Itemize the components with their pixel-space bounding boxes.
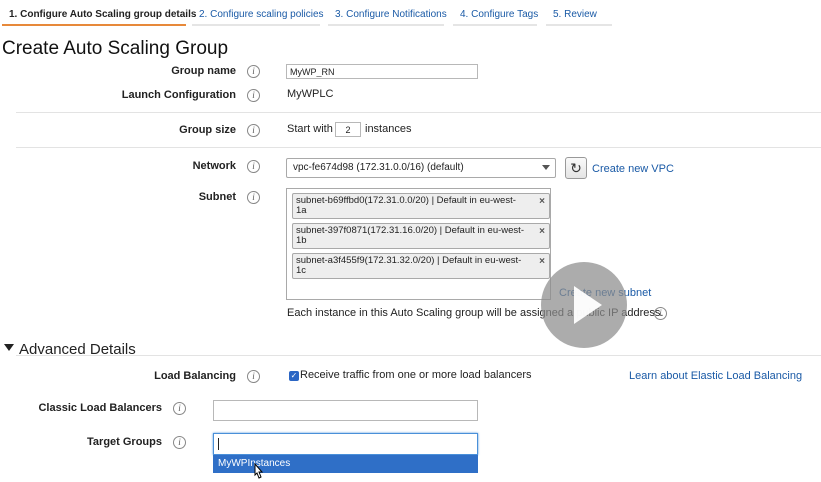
subnet-multiselect[interactable]: subnet-b69ffbd0(172.31.0.0/20) | Default… bbox=[286, 188, 551, 300]
collapse-triangle-icon[interactable] bbox=[4, 344, 14, 351]
refresh-button[interactable]: ↻ bbox=[565, 157, 587, 179]
divider bbox=[16, 355, 821, 356]
divider bbox=[16, 147, 821, 148]
tab-underline bbox=[453, 24, 537, 26]
classic-lb-input[interactable] bbox=[213, 400, 478, 421]
group-size-label: Group size bbox=[179, 124, 236, 136]
launch-config-value: MyWPLC bbox=[287, 88, 334, 100]
refresh-icon: ↻ bbox=[570, 160, 582, 176]
subnet-chip-line2: 1b bbox=[296, 235, 307, 246]
tab-underline bbox=[546, 24, 612, 26]
public-ip-info-icon[interactable]: i bbox=[654, 307, 667, 320]
subnet-chip-line2: 1a bbox=[296, 205, 307, 216]
remove-icon[interactable]: × bbox=[539, 257, 545, 267]
tab-underline bbox=[192, 24, 320, 26]
load-balancing-label: Load Balancing bbox=[154, 370, 236, 382]
group-size-prefix: Start with bbox=[287, 123, 333, 135]
launch-config-label: Launch Configuration bbox=[121, 89, 236, 101]
chevron-down-icon bbox=[542, 165, 550, 170]
subnet-chip: subnet-a3f455f9(172.31.32.0/20) | Defaul… bbox=[292, 253, 550, 279]
target-groups-info-icon[interactable]: i bbox=[173, 436, 186, 449]
network-info-icon[interactable]: i bbox=[247, 160, 260, 173]
wizard-steps: 1. Configure Auto Scaling group details … bbox=[0, 0, 821, 27]
group-name-input[interactable] bbox=[286, 64, 478, 79]
network-label: Network bbox=[192, 160, 236, 172]
subnet-chip-line1: subnet-b69ffbd0(172.31.0.0/20) | Default… bbox=[296, 195, 516, 206]
network-select-value: vpc-fe674d98 (172.31.0.0/16) (default) bbox=[293, 162, 464, 173]
load-balancing-checkbox-label: Receive traffic from one or more load ba… bbox=[300, 369, 532, 381]
target-groups-input[interactable] bbox=[213, 433, 478, 455]
load-balancing-checkbox[interactable]: ✓ bbox=[289, 371, 299, 381]
page-title: Create Auto Scaling Group bbox=[2, 38, 229, 59]
group-name-label: Group name bbox=[171, 65, 236, 77]
load-balancing-info-icon[interactable]: i bbox=[247, 370, 260, 383]
target-groups-label: Target Groups bbox=[87, 436, 162, 448]
text-cursor bbox=[218, 438, 219, 450]
divider bbox=[16, 112, 821, 113]
create-new-vpc-link[interactable]: Create new VPC bbox=[592, 163, 674, 175]
advanced-details-heading[interactable]: Advanced Details bbox=[19, 341, 136, 358]
launch-config-info-icon[interactable]: i bbox=[247, 89, 260, 102]
subnet-chip: subnet-b69ffbd0(172.31.0.0/20) | Default… bbox=[292, 193, 550, 219]
group-name-info-icon[interactable]: i bbox=[247, 65, 260, 78]
mouse-pointer-icon bbox=[254, 463, 264, 479]
classic-lb-info-icon[interactable]: i bbox=[173, 402, 186, 415]
remove-icon[interactable]: × bbox=[539, 197, 545, 207]
subnet-chip-line1: subnet-a3f455f9(172.31.32.0/20) | Defaul… bbox=[296, 255, 522, 266]
classic-lb-label: Classic Load Balancers bbox=[38, 402, 162, 414]
subnet-label: Subnet bbox=[198, 191, 236, 203]
subnet-chip: subnet-397f0871(172.31.16.0/20) | Defaul… bbox=[292, 223, 550, 249]
video-play-button[interactable] bbox=[541, 262, 627, 348]
group-size-input[interactable] bbox=[335, 122, 361, 137]
play-icon bbox=[574, 286, 602, 324]
subnet-chip-line2: 1c bbox=[296, 265, 307, 276]
group-size-suffix: instances bbox=[365, 123, 412, 135]
learn-elb-link[interactable]: Learn about Elastic Load Balancing bbox=[629, 370, 802, 382]
remove-icon[interactable]: × bbox=[539, 227, 545, 237]
network-select[interactable]: vpc-fe674d98 (172.31.0.0/16) (default) bbox=[286, 158, 556, 178]
subnet-info-icon[interactable]: i bbox=[247, 191, 260, 204]
tab-active-underline bbox=[2, 24, 186, 26]
subnet-chip-line1: subnet-397f0871(172.31.16.0/20) | Defaul… bbox=[296, 225, 524, 236]
tab-underline bbox=[328, 24, 444, 26]
group-size-info-icon[interactable]: i bbox=[247, 124, 260, 137]
